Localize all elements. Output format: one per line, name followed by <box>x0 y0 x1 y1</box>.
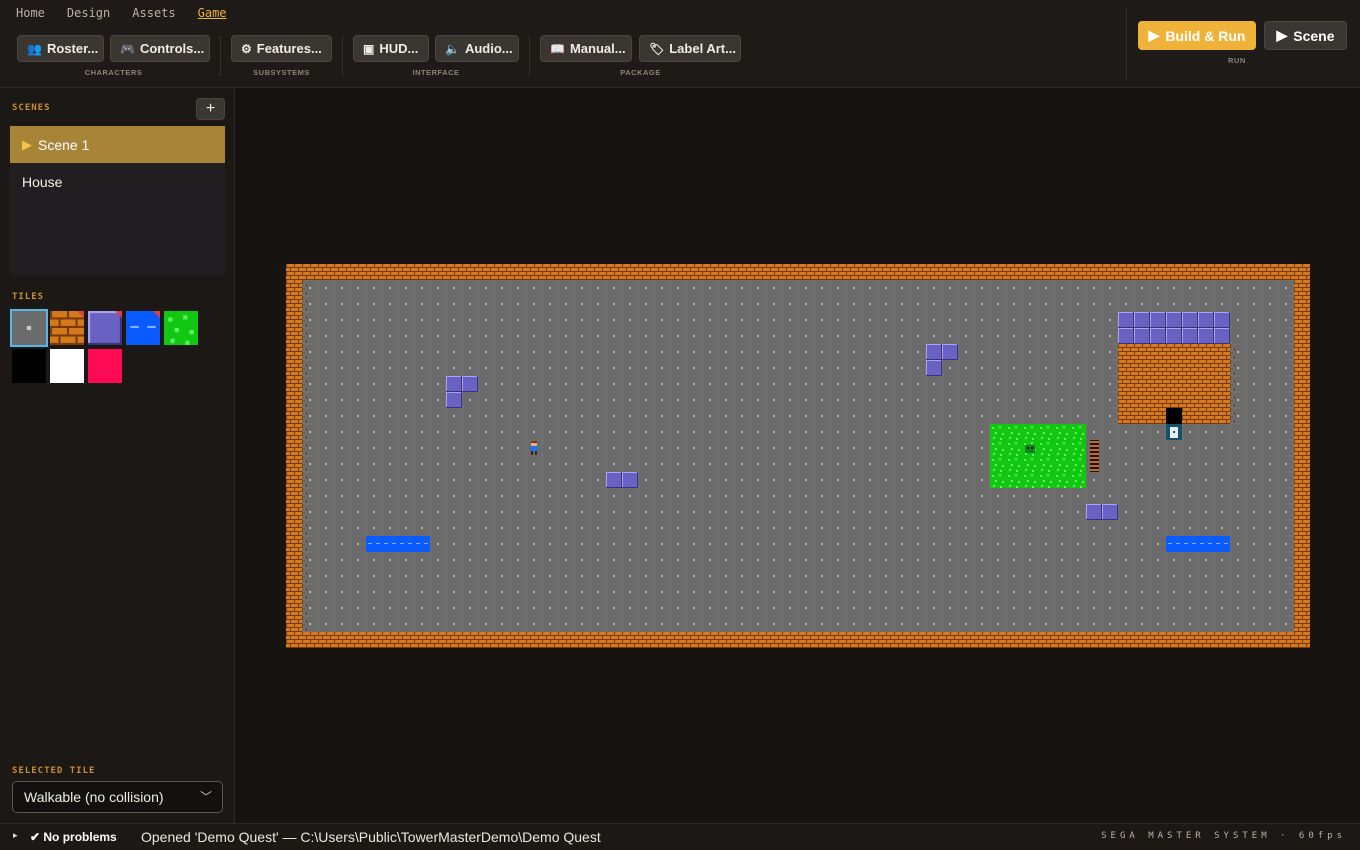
label-art-button[interactable]: 🏷 Label Art... <box>639 35 741 62</box>
tile-brick[interactable] <box>50 311 84 345</box>
main-menu: Home Design Assets Game <box>16 6 227 20</box>
book-icon: 📖 <box>550 41 565 56</box>
top-toolbar: Home Design Assets Game 👥 Roster... 🎮 Co… <box>0 0 1360 88</box>
play-icon: ▶ <box>22 136 32 152</box>
group-label-subsystems: SUBSYSTEMS <box>253 68 310 77</box>
build-and-run-label: Build & Run <box>1165 27 1246 44</box>
manual-button[interactable]: 📖 Manual... <box>540 35 632 62</box>
manual-button-label: Manual... <box>569 41 626 56</box>
status-bar: ▸ ✔ No problems Opened 'Demo Quest' — C:… <box>0 823 1360 850</box>
selected-tile-heading: SELECTED TILE <box>12 766 96 776</box>
controls-button[interactable]: 🎮 Controls... <box>110 35 210 62</box>
scene-map[interactable] <box>286 264 1310 648</box>
menu-assets[interactable]: Assets <box>132 6 175 20</box>
toolbar-divider <box>1126 8 1127 80</box>
play-scene-button[interactable]: ▶ Scene <box>1264 21 1347 50</box>
gear-icon: ⚙ <box>241 41 252 56</box>
roster-button[interactable]: 👥 Roster... <box>17 35 104 62</box>
selected-tile-value: Walkable (no collision) <box>24 789 164 805</box>
features-button[interactable]: ⚙ Features... <box>231 35 332 62</box>
scene-item-label: House <box>22 173 63 190</box>
audio-button-label: Audio... <box>464 41 513 56</box>
scenes-heading: SCENES <box>12 103 51 113</box>
group-label-interface: INTERFACE <box>412 68 460 77</box>
map-black-tiles[interactable] <box>1166 408 1182 424</box>
app-window: Home Design Assets Game 👥 Roster... 🎮 Co… <box>0 0 1360 850</box>
menu-game[interactable]: Game <box>198 6 227 20</box>
chevron-down-icon: ﹀ <box>199 790 212 804</box>
tile-white[interactable] <box>50 349 84 383</box>
play-icon: ▶ <box>1148 27 1160 43</box>
toolbar-divider <box>342 36 343 76</box>
map-door-tiles[interactable] <box>1166 424 1182 440</box>
tile-black[interactable] <box>12 349 46 383</box>
play-icon: ▶ <box>1276 27 1288 43</box>
scene-canvas-area <box>236 89 1360 823</box>
tile-water[interactable] <box>126 311 160 345</box>
selected-tile-dropdown[interactable]: Walkable (no collision) ﹀ <box>12 781 223 813</box>
group-label-package: PACKAGE <box>620 68 661 77</box>
problems-status[interactable]: ✔ No problems <box>30 830 117 844</box>
features-button-label: Features... <box>256 41 322 56</box>
controls-button-label: Controls... <box>139 41 205 56</box>
expand-problems-icon[interactable]: ▸ <box>13 830 18 841</box>
gamepad-icon: 🎮 <box>120 41 135 56</box>
tile-block[interactable] <box>88 311 122 345</box>
menu-home[interactable]: Home <box>16 6 45 20</box>
users-icon: 👥 <box>27 41 42 56</box>
tiles-heading: TILES <box>12 292 45 302</box>
toolbar-divider <box>529 36 530 76</box>
hud-button[interactable]: ▣ HUD... <box>353 35 429 62</box>
system-info: SEGA MASTER SYSTEM · 60fps <box>1101 831 1346 841</box>
map-grass-tiles[interactable] <box>990 424 1086 488</box>
speaker-icon: 🔈 <box>445 41 460 56</box>
audio-button[interactable]: 🔈 Audio... <box>435 35 519 62</box>
map-water-tiles[interactable] <box>1166 536 1230 552</box>
toolbar-divider <box>220 36 221 76</box>
play-scene-label: Scene <box>1293 27 1335 44</box>
tag-icon: 🏷 <box>649 41 665 56</box>
hud-button-label: HUD... <box>379 41 419 56</box>
build-and-run-button[interactable]: ▶ Build & Run <box>1138 21 1256 50</box>
tile-grass[interactable] <box>164 311 198 345</box>
add-scene-button[interactable]: + <box>196 98 225 120</box>
scene-item-scene-1[interactable]: ▶ Scene 1 <box>10 126 225 163</box>
map-water-tiles[interactable] <box>366 536 430 552</box>
scene-item-label: Scene 1 <box>38 136 90 153</box>
group-label-characters: CHARACTERS <box>84 68 143 77</box>
map-slime-tiles[interactable] <box>1025 445 1035 453</box>
menu-design[interactable]: Design <box>67 6 110 20</box>
scene-list: ▶ Scene 1 House <box>10 126 225 275</box>
tile-red[interactable] <box>88 349 122 383</box>
map-block-tiles[interactable] <box>1118 312 1230 344</box>
sidebar: SCENES + ▶ Scene 1 House TILES SELECTED … <box>0 89 235 823</box>
hud-icon: ▣ <box>363 41 375 56</box>
roster-button-label: Roster... <box>46 41 99 56</box>
group-label-run: RUN <box>1228 56 1246 65</box>
tile-floor[interactable] <box>10 309 48 347</box>
scene-item-house[interactable]: House <box>10 163 225 200</box>
map-ladder-tiles[interactable] <box>1086 440 1102 472</box>
label-art-button-label: Label Art... <box>669 41 736 56</box>
status-message: Opened 'Demo Quest' — C:\Users\Public\To… <box>141 829 601 845</box>
